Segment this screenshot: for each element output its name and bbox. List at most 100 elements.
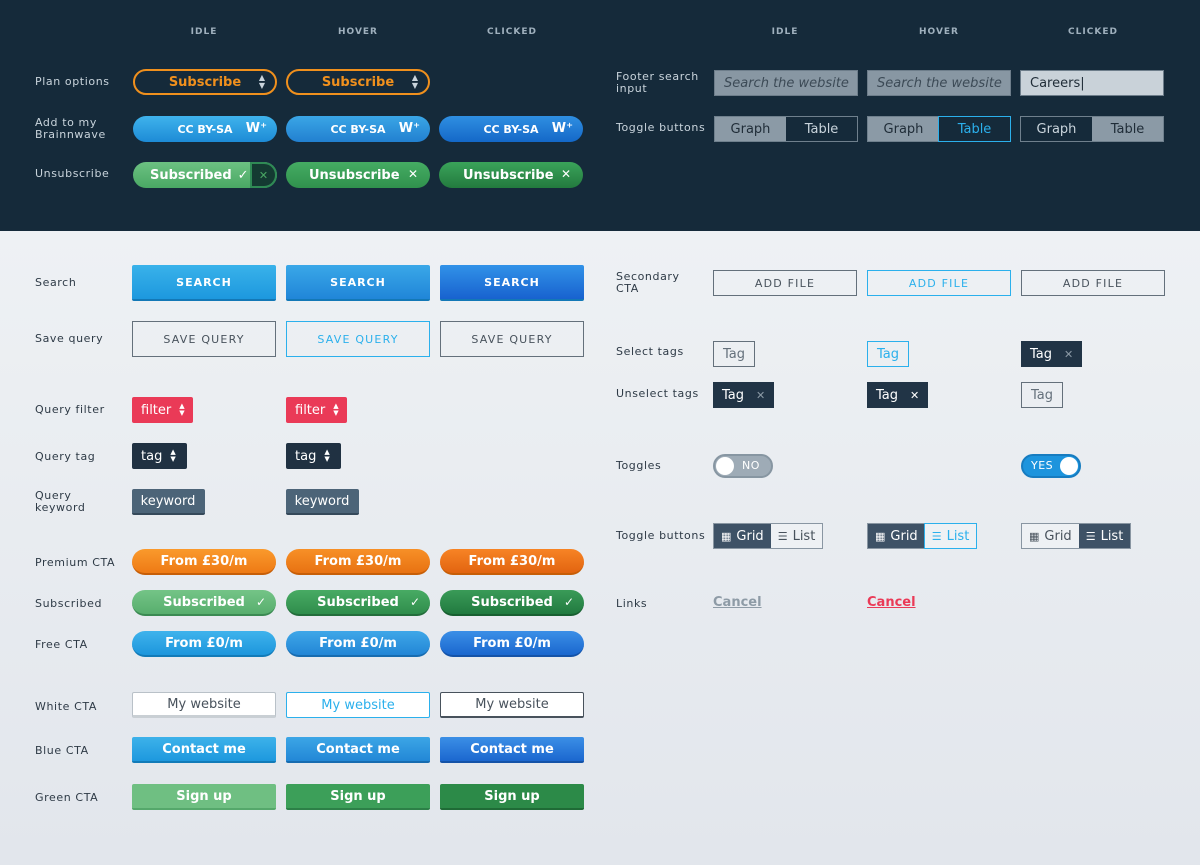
grid-label: Grid	[890, 528, 918, 544]
unsubscribe-button-clicked[interactable]: Unsubscribe ✕	[439, 162, 583, 188]
close-icon[interactable]: ✕	[756, 389, 765, 402]
unselect-tag-idle[interactable]: Tag ✕	[713, 382, 775, 408]
states-body-panel: Search Save query Query filter Query tag…	[0, 231, 1200, 865]
premium-cta-clicked[interactable]: From £30/m	[440, 549, 584, 575]
white-cta-idle[interactable]: My website	[132, 692, 276, 718]
select-tag-hover[interactable]: Tag	[867, 341, 910, 367]
add-file-button-clicked[interactable]: ADD FILE	[1021, 270, 1165, 296]
save-query-button-clicked[interactable]: SAVE QUERY	[440, 321, 584, 357]
grid-icon: ▦	[1029, 529, 1040, 543]
blue-cta-hover[interactable]: Contact me	[286, 737, 430, 763]
premium-cta-idle[interactable]: From £30/m	[132, 549, 276, 575]
label-save-query: Save query	[35, 332, 104, 345]
green-cta-idle[interactable]: Sign up	[132, 784, 276, 810]
unsubscribe-button-idle[interactable]: Subscribed ✓ ✕	[133, 162, 277, 188]
save-query-button-hover[interactable]: SAVE QUERY	[286, 321, 430, 357]
unsubscribe-label: Unsubscribe	[309, 167, 400, 183]
subscribed-button-idle[interactable]: Subscribed ✓	[132, 590, 276, 616]
unsubscribe-label: Unsubscribe	[463, 167, 554, 183]
toggle-grid[interactable]: ▦ Grid	[1022, 524, 1079, 548]
unsubscribe-button-hover[interactable]: Unsubscribe ✕	[286, 162, 430, 188]
toggle-switch-on[interactable]: YES	[1021, 454, 1081, 478]
green-cta-hover[interactable]: Sign up	[286, 784, 430, 810]
label-query-keyword: Query keyword	[35, 489, 86, 514]
add-to-brainwave-button-hover[interactable]: CC BY-SA W⁺	[286, 116, 430, 142]
chevron-up-down-icon: ▲ ▼	[170, 448, 176, 463]
toggle-table[interactable]: Table	[938, 116, 1011, 142]
toggle-grid[interactable]: ▦ Grid	[714, 524, 771, 548]
tag-chip-label: Tag	[876, 387, 899, 403]
col-hover-right: HOVER	[919, 27, 959, 37]
query-filter-hover[interactable]: filter ▲ ▼	[286, 397, 347, 423]
search-button-clicked[interactable]: SEARCH	[440, 265, 584, 301]
footer-search-input-hover[interactable]: Search the website	[867, 70, 1011, 96]
plan-select-hover[interactable]: Subscribe ▲ ▼	[286, 69, 430, 95]
cancel-link-idle[interactable]: Cancel	[713, 595, 762, 610]
footer-search-input-clicked[interactable]: Careers |	[1020, 70, 1164, 96]
free-cta-clicked[interactable]: From £0/m	[440, 631, 584, 657]
select-tag-clicked[interactable]: Tag ✕	[1021, 341, 1083, 367]
label-white-cta: White CTA	[35, 700, 97, 713]
footer-search-input-idle[interactable]: Search the website	[714, 70, 858, 96]
toggle-table[interactable]: Table	[1092, 117, 1163, 141]
brainwave-add-icon: W⁺	[551, 121, 573, 136]
toggle-graph[interactable]: Graph	[868, 117, 939, 141]
toggle-knob	[1060, 457, 1078, 475]
save-query-button-idle[interactable]: SAVE QUERY	[132, 321, 276, 357]
add-to-brainwave-button-clicked[interactable]: CC BY-SA W⁺	[439, 116, 583, 142]
chevron-up-down-icon: ▲ ▼	[333, 402, 339, 417]
toggle-list[interactable]: ☰ List	[1078, 524, 1131, 548]
unselect-tag-clicked[interactable]: Tag	[1021, 382, 1064, 408]
close-icon[interactable]: ✕	[910, 389, 919, 402]
toggle-list[interactable]: ☰ List	[770, 524, 823, 548]
blue-cta-clicked[interactable]: Contact me	[440, 737, 584, 763]
toggle-list[interactable]: ☰ List	[923, 523, 978, 549]
add-file-button-idle[interactable]: ADD FILE	[713, 270, 857, 296]
label-select-tags: Select tags	[616, 345, 684, 358]
license-label: CC BY-SA	[177, 122, 233, 136]
toggle-graph[interactable]: Graph	[715, 117, 786, 141]
label-secondary-cta: Secondary CTA	[616, 270, 680, 295]
subscribed-label: Subscribed	[317, 594, 399, 610]
subscribed-button-hover[interactable]: Subscribed ✓	[286, 590, 430, 616]
label-free-cta: Free CTA	[35, 638, 88, 651]
white-cta-hover[interactable]: My website	[286, 692, 430, 718]
cancel-link-hover[interactable]: Cancel	[867, 595, 916, 610]
add-file-button-hover[interactable]: ADD FILE	[867, 270, 1011, 296]
label-unselect-tags: Unselect tags	[616, 387, 699, 400]
search-button-hover[interactable]: SEARCH	[286, 265, 430, 301]
query-keyword-hover[interactable]: keyword	[286, 489, 359, 515]
free-cta-idle[interactable]: From £0/m	[132, 631, 276, 657]
subscribed-button-clicked[interactable]: Subscribed ✓	[440, 590, 584, 616]
green-cta-clicked[interactable]: Sign up	[440, 784, 584, 810]
close-icon: ✕	[560, 167, 571, 181]
subscribed-label: Subscribed	[471, 594, 553, 610]
toggle-graph[interactable]: Graph	[1021, 117, 1092, 141]
query-filter-idle[interactable]: filter ▲ ▼	[132, 397, 193, 423]
close-icon[interactable]: ✕	[250, 162, 277, 188]
query-tag-idle[interactable]: tag ▲ ▼	[132, 443, 187, 469]
blue-cta-idle[interactable]: Contact me	[132, 737, 276, 763]
check-icon: ✓	[563, 595, 574, 609]
unselect-tag-hover[interactable]: Tag ✕	[867, 382, 929, 408]
label-search: Search	[35, 276, 77, 289]
select-tag-idle[interactable]: Tag	[713, 341, 756, 367]
label-unsubscribe: Unsubscribe	[35, 167, 110, 180]
search-button-idle[interactable]: SEARCH	[132, 265, 276, 301]
list-label: List	[946, 528, 970, 544]
close-icon[interactable]: ✕	[1064, 348, 1073, 361]
grid-list-toggle-clicked: ▦ Grid ☰ List	[1021, 523, 1132, 549]
plan-select-idle[interactable]: Subscribe ▲ ▼	[133, 69, 277, 95]
query-tag-hover[interactable]: tag ▲ ▼	[286, 443, 341, 469]
add-to-brainwave-button-idle[interactable]: CC BY-SA W⁺	[133, 116, 277, 142]
toggle-grid[interactable]: ▦ Grid	[868, 524, 925, 548]
premium-cta-hover[interactable]: From £30/m	[286, 549, 430, 575]
white-cta-clicked[interactable]: My website	[440, 692, 584, 718]
tag-chip-label: Tag	[723, 346, 746, 362]
list-label: List	[1100, 528, 1124, 544]
toggle-switch-off[interactable]: NO	[713, 454, 773, 478]
query-keyword-idle[interactable]: keyword	[132, 489, 205, 515]
free-cta-hover[interactable]: From £0/m	[286, 631, 430, 657]
toggle-off-label: NO	[742, 459, 760, 472]
toggle-table[interactable]: Table	[786, 117, 857, 141]
